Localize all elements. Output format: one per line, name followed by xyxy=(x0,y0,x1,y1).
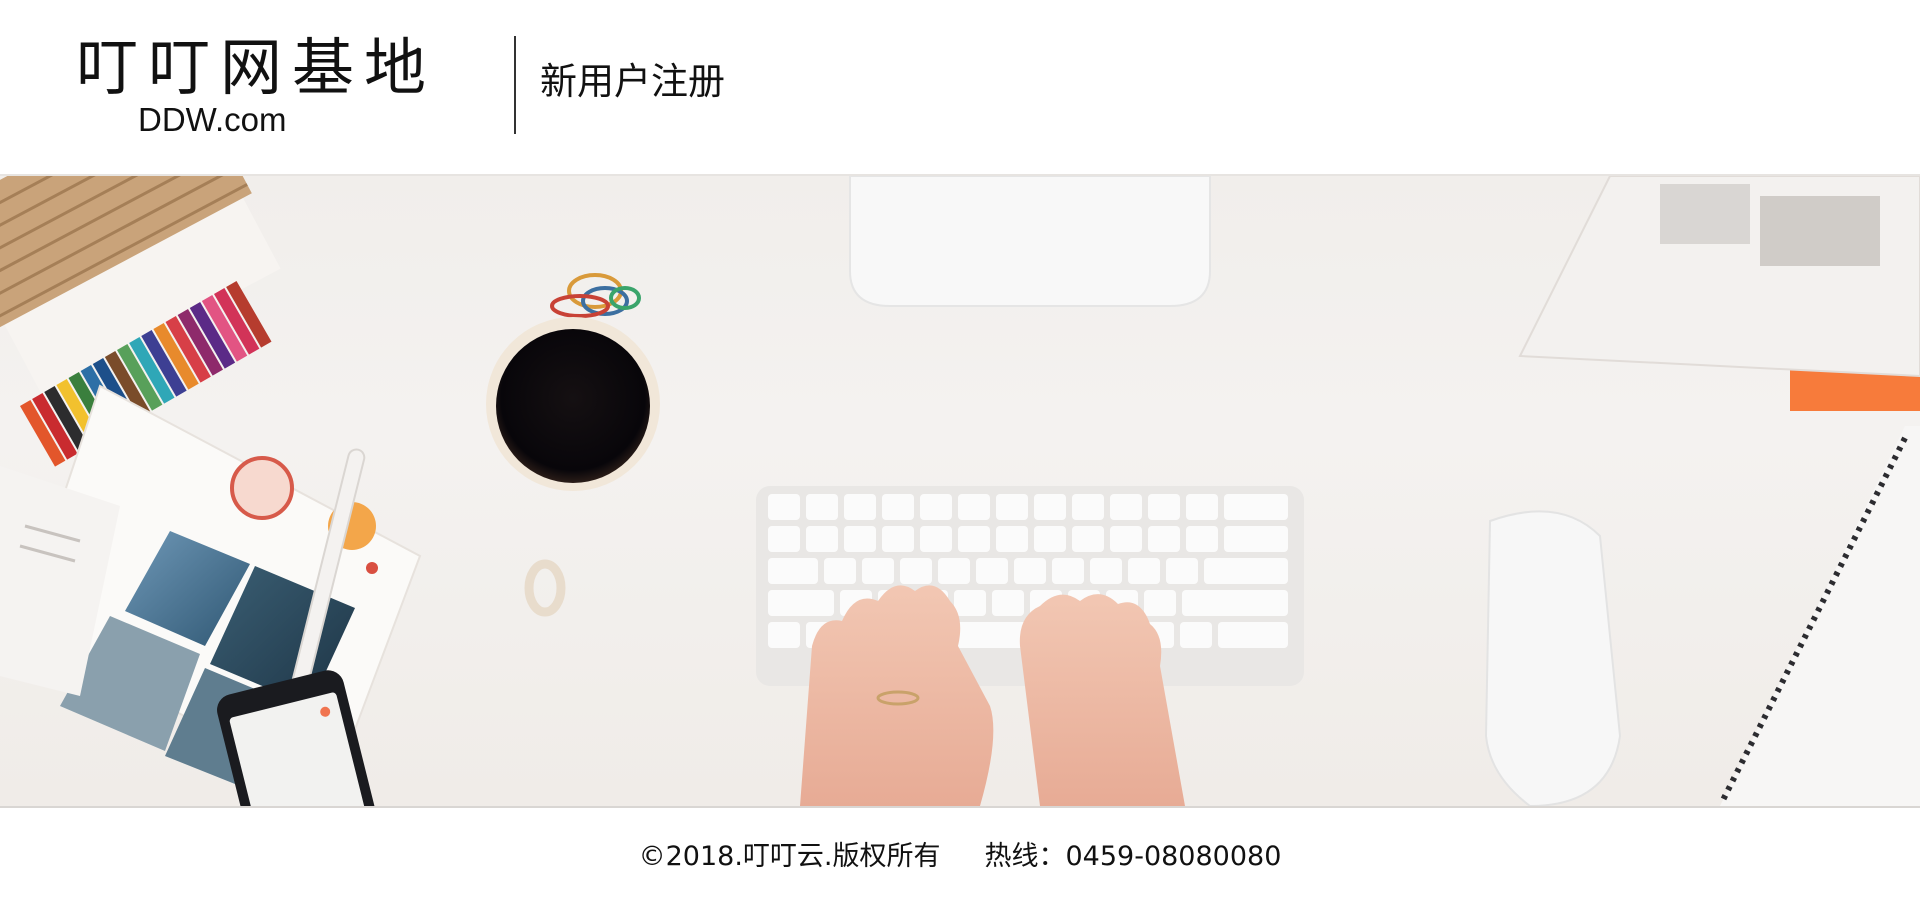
hero-banner xyxy=(0,174,1920,808)
hotline-number[interactable]: 0459-08080080 xyxy=(1066,841,1282,872)
paper-sheets xyxy=(1518,176,1920,378)
computer-mouse xyxy=(1484,510,1622,806)
site-footer: ©2018.叮叮云.版权所有 热线：0459-08080080 xyxy=(0,808,1920,900)
site-header: 叮叮网基地 DDW.com 新用户注册 xyxy=(0,0,1920,172)
footer-info: ©2018.叮叮云.版权所有 热线：0459-08080080 xyxy=(0,834,1920,873)
logo-text: 叮叮网基地 xyxy=(76,31,437,104)
page-title: 新用户注册 xyxy=(540,60,725,103)
header-divider xyxy=(514,36,516,134)
spiral-notebook xyxy=(1719,426,1920,806)
logo-domain: DDW.com xyxy=(138,101,287,138)
site-logo[interactable]: 叮叮网基地 DDW.com xyxy=(76,32,496,142)
monitor-stand xyxy=(849,176,1211,307)
desk-workspace-illustration xyxy=(0,176,1920,806)
hotline-label: 热线： xyxy=(984,841,1066,872)
coffee-cup xyxy=(486,317,660,617)
rubber-bands xyxy=(550,273,641,318)
copyright-text: ©2018.叮叮云.版权所有 xyxy=(638,841,941,872)
